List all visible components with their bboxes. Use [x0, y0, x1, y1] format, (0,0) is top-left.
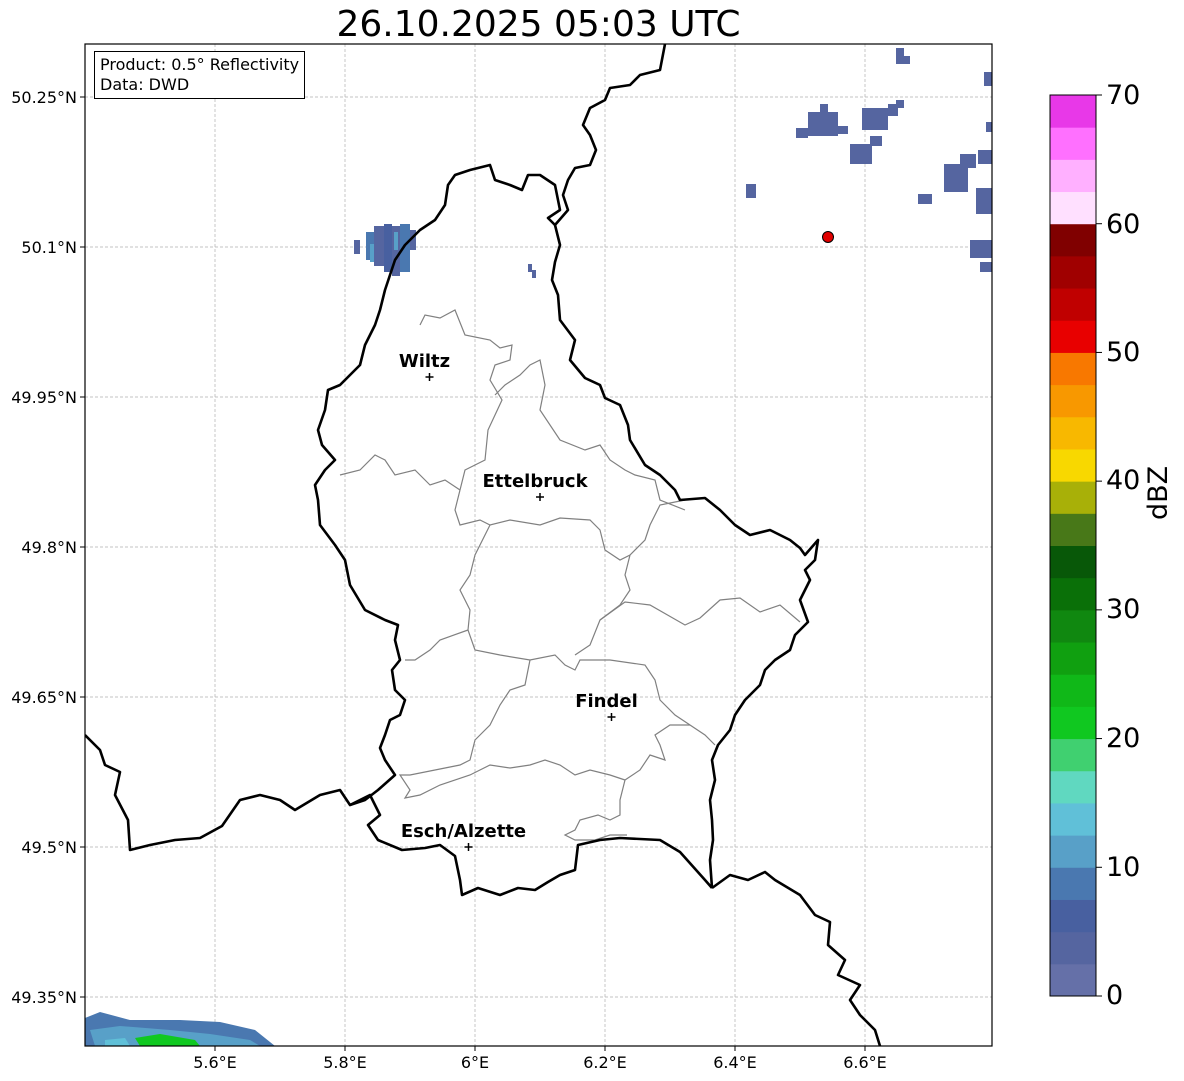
echo-cell [394, 232, 398, 250]
x-tick-label: 6.6°E [843, 1053, 887, 1072]
colorbar-tick-label: 20 [1106, 723, 1141, 754]
echo-cell [978, 150, 992, 164]
canton-borders [339, 309, 801, 841]
radar-site-marker [822, 231, 834, 243]
city-label: Findel [575, 691, 638, 712]
city-label: Wiltz [399, 351, 450, 372]
colorbar-segment [1050, 770, 1096, 804]
echo-cell [796, 128, 808, 138]
echo-cell [374, 226, 384, 266]
y-tick-label: 50.25°N [11, 88, 77, 107]
colorbar-segment [1050, 127, 1096, 160]
y-tick-label: 49.35°N [11, 988, 77, 1007]
echo-cell [838, 126, 848, 134]
colorbar-segment [1050, 513, 1096, 546]
info-box: Product: 0.5° Reflectivity Data: DWD [94, 51, 306, 99]
colorbar-tick-label: 10 [1106, 852, 1141, 883]
colorbar-segment [1050, 642, 1096, 675]
colorbar [1049, 94, 1102, 997]
colorbar-segment [1050, 223, 1096, 257]
radar-map: WiltzEttelbruckFindelEsch/Alzette 5.6°E 5… [11, 43, 1102, 1072]
echo-cell [960, 154, 976, 168]
city-label: Ettelbruck [482, 471, 588, 492]
y-tick-label: 49.65°N [11, 688, 77, 707]
echo-cell [870, 136, 882, 146]
echo-cell [986, 122, 992, 132]
echo-cell [850, 144, 872, 164]
country-borders [85, 44, 882, 1046]
colorbar-tick-label: 60 [1106, 209, 1141, 240]
colorbar-segment [1050, 867, 1096, 900]
colorbar-segment [1050, 835, 1096, 868]
colorbar-segment [1050, 416, 1096, 450]
y-tick-label: 50.1°N [21, 238, 77, 257]
echo-cell [808, 112, 838, 136]
colorbar-segment [1050, 899, 1096, 933]
colorbar-segment [1050, 738, 1096, 772]
colorbar-tick-label: 30 [1106, 594, 1141, 625]
colorbar-segment [1050, 545, 1096, 579]
colorbar-segment [1050, 481, 1096, 514]
colorbar-segment [1050, 159, 1096, 193]
colorbar-segment [1050, 706, 1096, 740]
y-axis: 50.25°N 50.1°N 49.95°N 49.8°N 49.65°N 49.5°N 4… [11, 88, 85, 1007]
echo-cell [354, 240, 360, 254]
colorbar-tick-label: 50 [1106, 337, 1141, 368]
echo-cell [980, 262, 992, 272]
x-tick-label: 6°E [461, 1053, 489, 1072]
echo-cell [984, 72, 992, 86]
echo-cell [976, 188, 992, 214]
colorbar-tick-label: 70 [1106, 80, 1141, 111]
colorbar-segment [1050, 288, 1096, 321]
colorbar-segment [1050, 448, 1096, 482]
colorbar-segment [1050, 802, 1096, 836]
colorbar-segment [1050, 352, 1096, 386]
data-source-label: Data: DWD [100, 75, 190, 94]
colorbar-tick-label: 40 [1106, 465, 1141, 496]
colorbar-segment [1050, 963, 1096, 997]
colorbar-title: dBZ [1143, 465, 1174, 520]
echo-cell [896, 48, 904, 64]
colorbar-tick-label: 0 [1106, 980, 1124, 1011]
x-tick-label: 5.8°E [323, 1053, 367, 1072]
echo-cell [370, 244, 374, 262]
echo-cell [862, 108, 888, 130]
colorbar-segment [1050, 931, 1096, 965]
x-axis: 5.6°E 5.8°E 6°E 6.2°E 6.4°E 6.6°E [193, 1046, 887, 1072]
echo-cell [904, 56, 910, 64]
map-frame [84, 43, 993, 1047]
echo-cell [944, 164, 968, 192]
colorbar-segment [1050, 609, 1096, 643]
echo-cell [820, 104, 828, 112]
gridlines [85, 44, 992, 1046]
y-tick-label: 49.8°N [21, 538, 77, 557]
echo-cell [532, 270, 536, 278]
echo-cell [528, 264, 532, 272]
y-tick-label: 49.5°N [21, 838, 77, 857]
x-tick-label: 6.2°E [583, 1053, 627, 1072]
y-tick-label: 49.95°N [11, 388, 77, 407]
product-label: Product: 0.5° Reflectivity [100, 55, 300, 74]
echo-cell [970, 240, 992, 258]
x-tick-label: 5.6°E [193, 1053, 237, 1072]
colorbar-segment [1050, 674, 1096, 707]
colorbar-segment [1050, 255, 1096, 289]
colorbar-segment [1050, 577, 1096, 611]
echo-cell [896, 100, 904, 108]
colorbar-segment [1050, 384, 1096, 418]
echo-cell [384, 224, 392, 272]
city-layer: Wiltz Ettelbruck Findel Esch/Alzette [399, 351, 638, 851]
echo-cell [918, 194, 932, 204]
city-label: Esch/Alzette [401, 821, 526, 842]
colorbar-segment [1050, 320, 1096, 353]
colorbar-segment [1050, 191, 1096, 225]
echo-cell [746, 184, 756, 198]
colorbar-segment [1050, 95, 1096, 128]
x-tick-label: 6.4°E [713, 1053, 757, 1072]
